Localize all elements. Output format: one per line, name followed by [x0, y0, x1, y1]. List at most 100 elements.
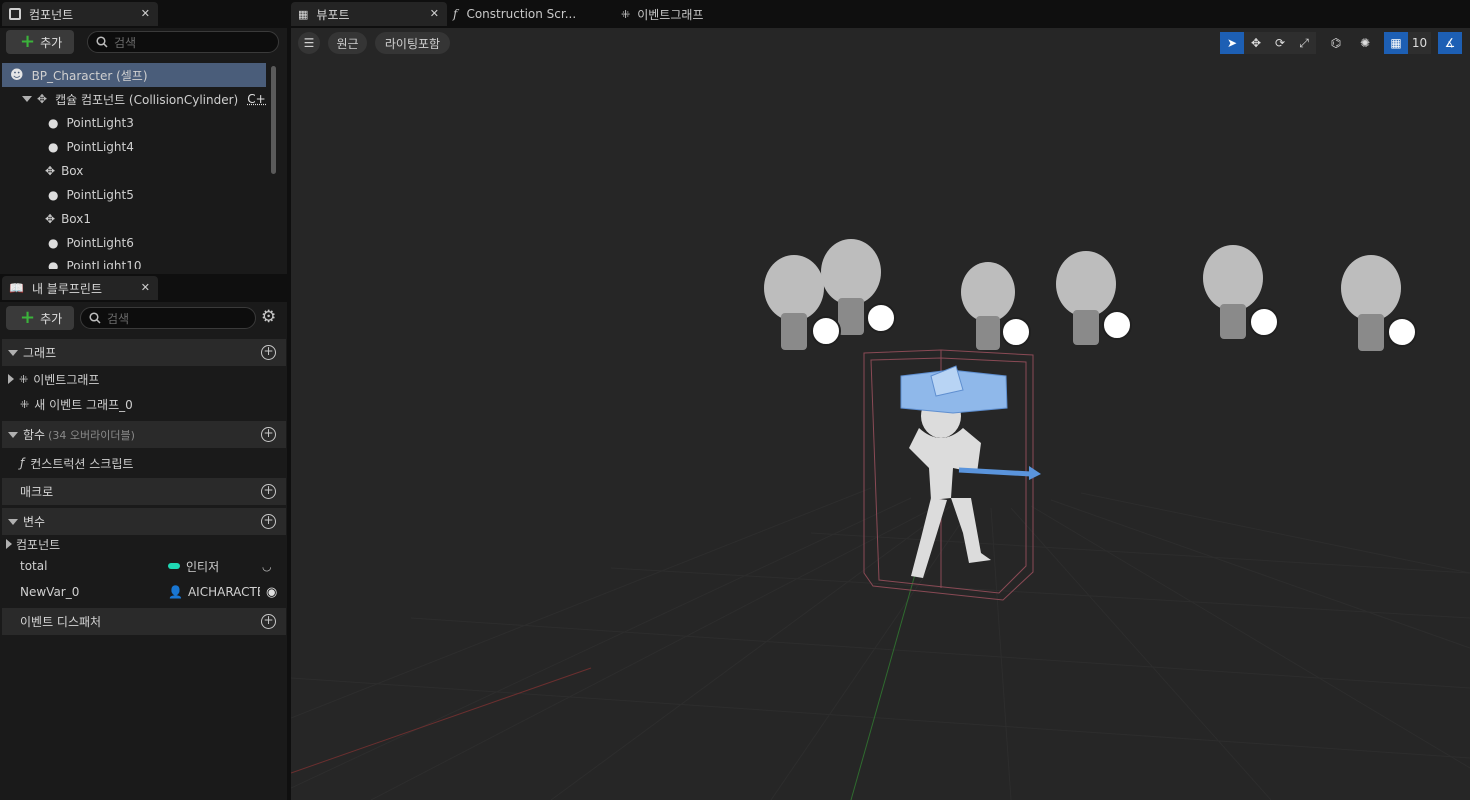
forward-arrowhead	[1029, 466, 1041, 480]
variable-group-components[interactable]: 컴포넌트	[2, 533, 286, 555]
tree-item-box[interactable]: ✥ Box	[2, 159, 266, 183]
close-icon[interactable]: ✕	[430, 7, 439, 20]
grid-snap-toggle[interactable]: ▦	[1384, 32, 1408, 54]
category-label: 그래프	[23, 346, 57, 360]
variable-name: NewVar_0	[20, 585, 80, 599]
list-item-event-graph[interactable]: ⁜ 이벤트그래프	[2, 367, 286, 391]
tab-my-blueprint[interactable]: 📖 내 블루프린트 ✕	[2, 276, 158, 300]
add-component-button[interactable]: + 추가	[6, 30, 74, 54]
close-icon[interactable]: ✕	[141, 7, 150, 20]
list-item-label: 컨스트럭션 스크립트	[30, 456, 134, 471]
light-bulb-icon: ●	[48, 259, 59, 269]
tree-item-box1[interactable]: ✥ Box1	[2, 207, 266, 231]
components-search-input[interactable]: 검색	[87, 31, 279, 53]
collapse-arrow-icon	[8, 349, 18, 356]
light-bulb-icon: ●	[48, 116, 59, 130]
cpp-badge[interactable]: C++	[247, 92, 266, 106]
tree-item-pointlight6[interactable]: ● PointLight6	[2, 231, 266, 255]
perspective-button[interactable]: 원근	[328, 32, 367, 54]
add-blueprint-item-button[interactable]: + 추가	[6, 306, 74, 330]
box-collision-icon: ✥	[45, 164, 56, 178]
viewport-icon: ▦	[298, 7, 309, 21]
add-macro-icon[interactable]: +	[261, 484, 276, 499]
move-gizmo-icon	[1001, 317, 1031, 347]
world-icon: ⌬	[1330, 36, 1342, 50]
select-tool-button[interactable]: ➤	[1220, 32, 1244, 54]
editor-tabbar: ▦ 뷰포트 ✕ f Construction Scr... ⁜ 이벤트그래프	[291, 0, 1470, 28]
tab-viewport[interactable]: ▦ 뷰포트 ✕	[291, 2, 447, 26]
move-gizmo-icon	[1249, 307, 1279, 337]
perspective-label: 원근	[336, 36, 359, 51]
tree-item-capsule[interactable]: ✥ 캡슐 컴포넌트 (CollisionCylinder) C++	[2, 87, 266, 111]
expand-arrow-icon[interactable]	[6, 539, 12, 549]
list-item-construction-script[interactable]: ƒ 컨스트럭션 스크립트	[2, 451, 286, 475]
tab-event-graph[interactable]: ⁜ 이벤트그래프	[621, 2, 703, 26]
collapse-arrow-icon[interactable]	[22, 96, 32, 102]
add-function-icon[interactable]: +	[261, 427, 276, 442]
rotate-tool-button[interactable]: ⟳	[1268, 32, 1292, 54]
components-tab-label: 컴포넌트	[29, 7, 74, 22]
move-gizmo-icon	[1102, 310, 1132, 340]
collapse-arrow-icon	[8, 518, 18, 525]
scale-tool-button[interactable]: ⤢	[1292, 32, 1316, 54]
plus-icon: +	[20, 31, 36, 52]
tab-construction-script[interactable]: f Construction Scr...	[453, 2, 576, 26]
surface-snap-button[interactable]: ✺	[1353, 32, 1377, 54]
category-variables[interactable]: 변수 +	[2, 508, 286, 535]
close-icon[interactable]: ✕	[141, 281, 150, 294]
add-dispatcher-icon[interactable]: +	[261, 614, 276, 629]
variable-row-total[interactable]: total 인티저 ◡	[2, 554, 286, 578]
tree-item-label: PointLight10	[66, 259, 142, 269]
tree-item-pointlight10[interactable]: ● PointLight10	[2, 255, 266, 269]
category-label: 이벤트 디스패처	[20, 615, 102, 629]
category-functions[interactable]: 함수 (34 오버라이더블) +	[2, 421, 286, 448]
list-item-new-event-graph[interactable]: ⁜ 새 이벤트 그래프_0	[2, 392, 286, 416]
function-icon: f	[453, 7, 458, 21]
tree-item-label: PointLight3	[66, 116, 134, 130]
tree-item-bp-character[interactable]: ☻ BP_Character (셀프)	[2, 63, 266, 87]
move-gizmo-icon	[1387, 317, 1417, 347]
grid-snap-value[interactable]: 10	[1408, 32, 1431, 54]
variable-type: 인티저	[186, 559, 220, 574]
add-graph-icon[interactable]: +	[261, 345, 276, 360]
tab-label: Construction Scr...	[466, 7, 577, 21]
pawn-icon: ☻	[10, 67, 24, 83]
settings-gear-icon[interactable]: ⚙	[261, 307, 276, 327]
viewport-area[interactable]: ▦ 뷰포트 ✕ f Construction Scr... ⁜ 이벤트그래프 ☰…	[291, 0, 1470, 800]
viewport-menu-button[interactable]: ☰	[298, 32, 320, 54]
category-event-dispatchers[interactable]: 이벤트 디스패처 +	[2, 608, 286, 635]
list-item-label: 이벤트그래프	[33, 372, 100, 387]
tab-label: 뷰포트	[316, 7, 350, 22]
tree-item-pointlight3[interactable]: ● PointLight3	[2, 111, 266, 135]
visible-eye-icon[interactable]: ◉	[266, 585, 277, 600]
tree-item-pointlight4[interactable]: ● PointLight4	[2, 135, 266, 159]
tab-components[interactable]: 컴포넌트 ✕	[2, 2, 158, 26]
surface-snap-icon: ✺	[1359, 36, 1371, 50]
category-sublabel: (34 오버라이더블)	[48, 428, 135, 442]
event-graph-icon: ⁜	[20, 397, 30, 411]
tree-item-pointlight5[interactable]: ● PointLight5	[2, 183, 266, 207]
move-gizmo-icon	[811, 316, 841, 346]
rotation-snap-toggle[interactable]: ∡	[1438, 32, 1462, 54]
components-icon	[9, 8, 21, 20]
object-reference-icon: 👤	[168, 585, 183, 599]
blueprint-search-input[interactable]: 검색	[80, 307, 256, 329]
camera-mesh	[900, 365, 1008, 414]
hamburger-icon: ☰	[303, 36, 315, 50]
category-graphs[interactable]: 그래프 +	[2, 339, 286, 366]
category-macros[interactable]: 매크로 +	[2, 478, 286, 505]
event-graph-icon: ⁜	[19, 372, 29, 386]
variable-name: total	[20, 559, 48, 573]
components-scrollbar[interactable]	[271, 66, 276, 174]
expand-arrow-icon[interactable]	[8, 374, 14, 384]
world-local-button[interactable]: ⌬	[1324, 32, 1348, 54]
add-blueprint-label: 추가	[40, 311, 63, 326]
lighting-mode-button[interactable]: 라이팅포함	[375, 32, 450, 54]
hidden-eye-icon[interactable]: ◡	[262, 560, 272, 573]
grid-icon: ▦	[1390, 36, 1402, 50]
translate-tool-button[interactable]: ✥	[1244, 32, 1268, 54]
event-graph-icon: ⁜	[621, 7, 631, 21]
variable-row-newvar[interactable]: NewVar_0 👤 AICHARACTE ◉	[2, 580, 286, 604]
add-variable-icon[interactable]: +	[261, 514, 276, 529]
integer-type-pill-icon	[168, 563, 180, 569]
